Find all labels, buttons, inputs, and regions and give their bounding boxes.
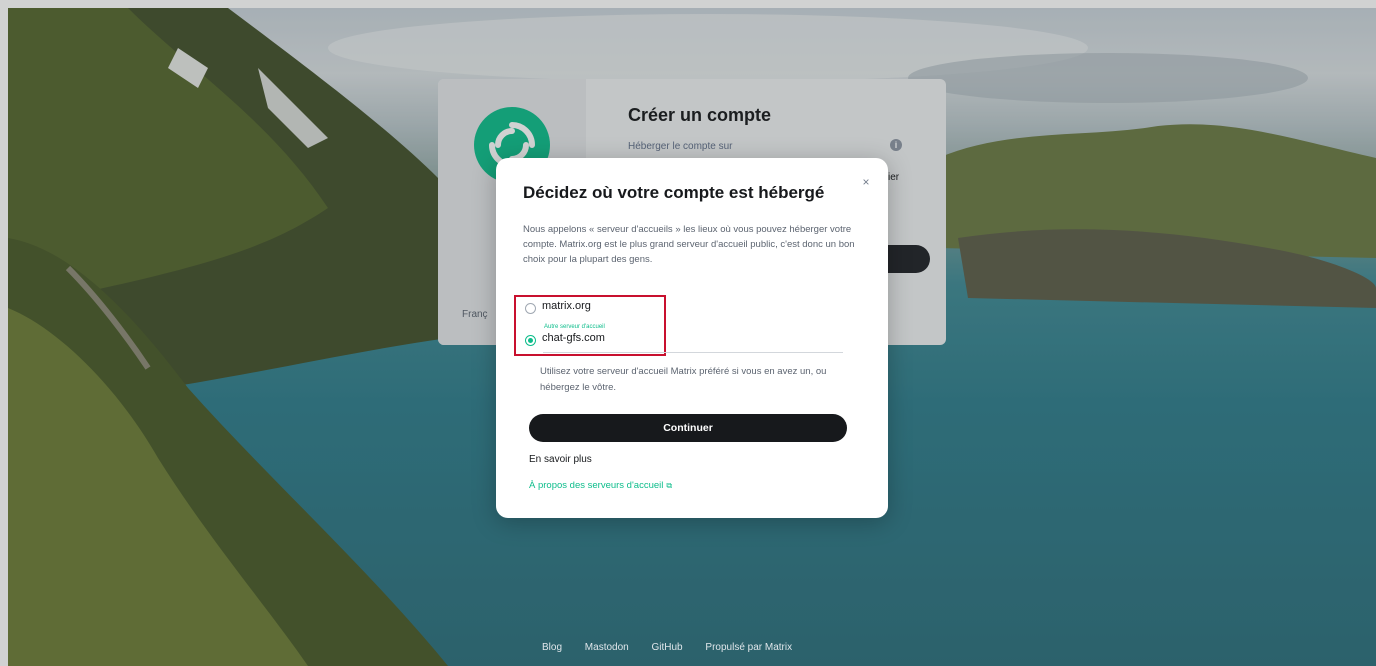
footer-link-mastodon[interactable]: Mastodon (585, 642, 629, 653)
radio-other-server[interactable] (525, 335, 536, 346)
footer: Blog Mastodon GitHub Propulsé par Matrix (542, 642, 812, 653)
other-server-input[interactable]: chat-gfs.com (542, 332, 605, 344)
footer-link-powered-by[interactable]: Propulsé par Matrix (705, 642, 792, 653)
about-homeservers-link-label[interactable]: À propos des serveurs d'accueil (529, 480, 663, 491)
external-link-icon: ⧉ (666, 481, 673, 490)
other-server-field-label: Autre serveur d'accueil (544, 324, 605, 330)
server-hint-text: Utilisez votre serveur d'accueil Matrix … (540, 366, 827, 393)
learn-more-heading: En savoir plus (529, 454, 592, 465)
continue-button[interactable]: Continuer (529, 414, 847, 442)
radio-matrix-org[interactable] (525, 303, 536, 314)
footer-link-github[interactable]: GitHub (652, 642, 683, 653)
footer-link-blog[interactable]: Blog (542, 642, 562, 653)
option-matrix-org-label[interactable]: matrix.org (542, 300, 591, 312)
close-icon[interactable]: × (858, 174, 874, 190)
server-picker-dialog: × Décidez où votre compte est hébergé No… (496, 158, 888, 518)
dialog-description: Nous appelons « serveur d'accueils » les… (523, 224, 855, 265)
dialog-title: Décidez où votre compte est hébergé (523, 183, 825, 202)
about-homeservers-link[interactable]: À propos des serveurs d'accueil ⧉ (529, 480, 672, 491)
other-server-input-underline (543, 352, 843, 353)
